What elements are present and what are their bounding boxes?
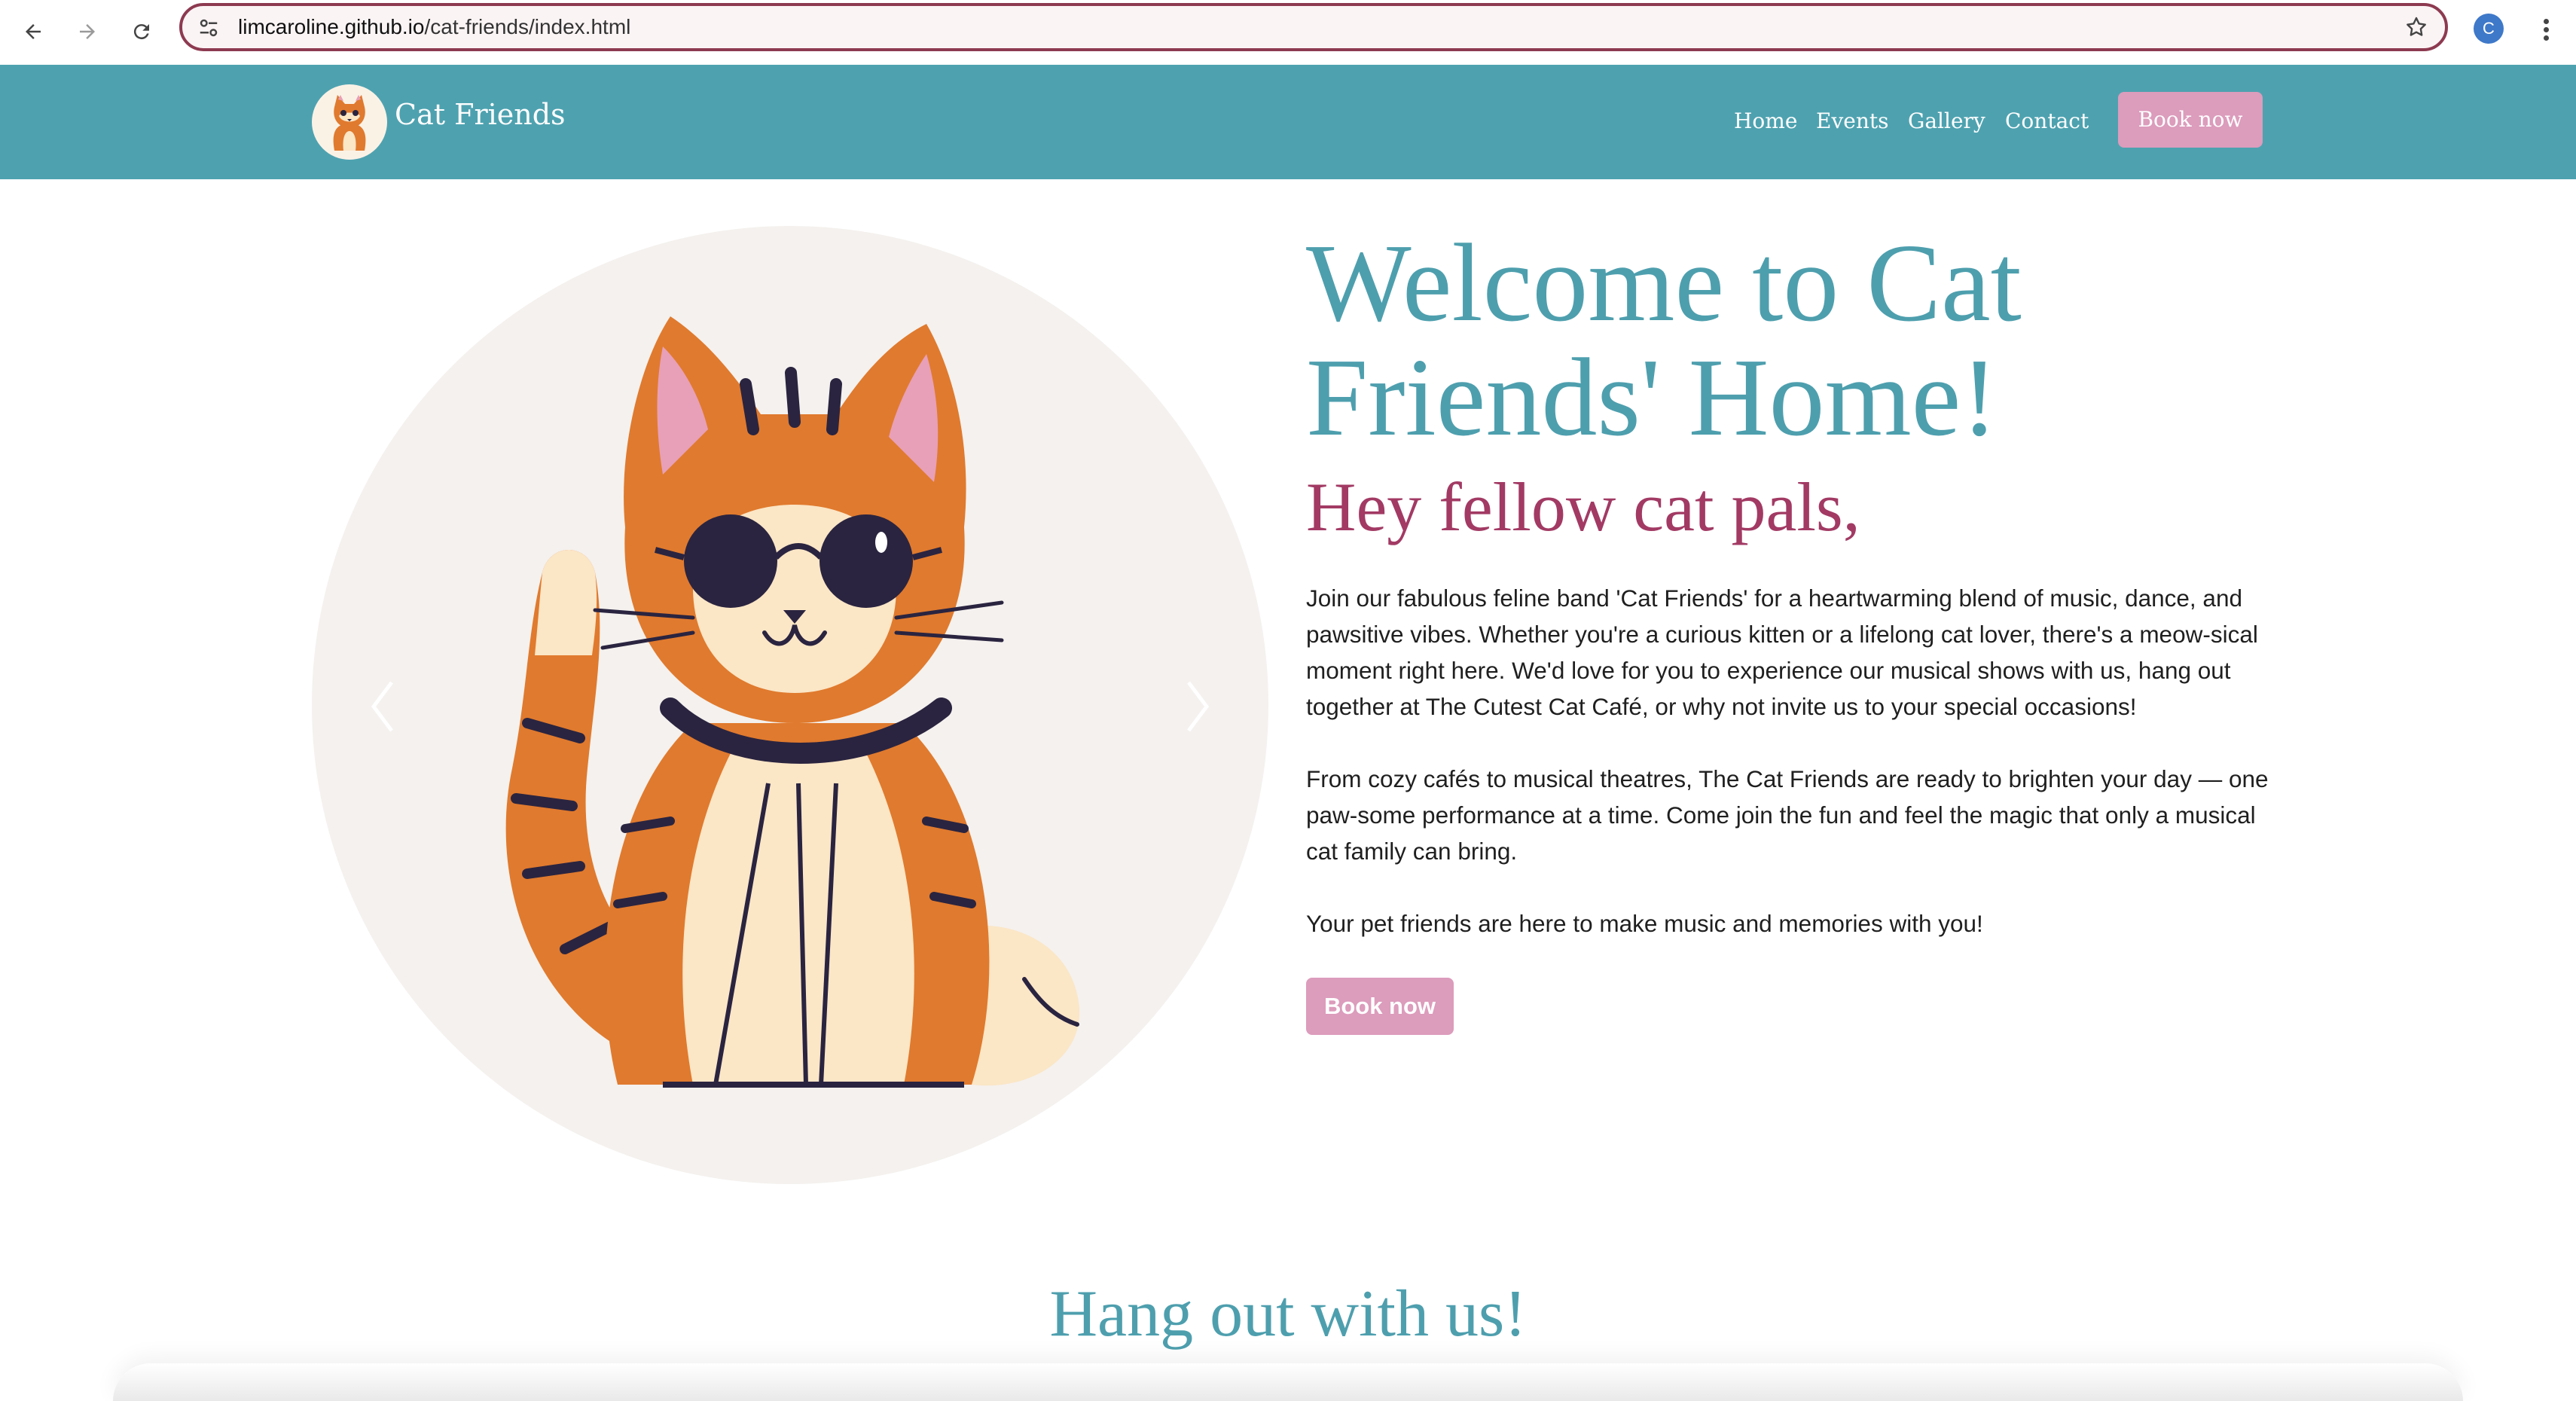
header-book-now-button[interactable]: Book now bbox=[2118, 92, 2263, 148]
nav-link-home[interactable]: Home bbox=[1734, 102, 1797, 140]
next-section-card bbox=[113, 1363, 2463, 1401]
bookmark-star-icon[interactable] bbox=[2404, 15, 2428, 39]
reload-icon[interactable] bbox=[122, 12, 161, 51]
brand-name[interactable]: Cat Friends bbox=[395, 93, 566, 136]
logo-cat-icon[interactable] bbox=[312, 84, 387, 160]
site-settings-icon[interactable] bbox=[197, 17, 220, 39]
browser-toolbar: limcaroline.github.io/cat-friends/index.… bbox=[0, 0, 2576, 65]
address-bar[interactable]: limcaroline.github.io/cat-friends/index.… bbox=[179, 3, 2448, 51]
profile-avatar[interactable]: C bbox=[2474, 14, 2504, 44]
hero-paragraph-closing: Your pet friends are here to make music … bbox=[1306, 910, 1983, 937]
hero-title: Welcome to Cat Friends' Home! bbox=[1306, 221, 2022, 459]
hero-paragraph-intro: Join our fabulous feline band 'Cat Frien… bbox=[1306, 585, 2258, 720]
hero-book-now-button[interactable]: Book now bbox=[1306, 978, 1454, 1035]
section-title: Hang out with us! bbox=[1049, 1277, 1527, 1351]
url-text: limcaroline.github.io/cat-friends/index.… bbox=[238, 6, 630, 48]
hero-subtitle: Hey fellow cat pals, bbox=[1306, 469, 1860, 545]
url-host: limcaroline.github.io bbox=[238, 15, 425, 38]
kebab-menu-icon[interactable] bbox=[2541, 17, 2550, 44]
url-path: /cat-friends/index.html bbox=[424, 15, 631, 38]
nav-link-contact[interactable]: Contact bbox=[2005, 102, 2089, 140]
carousel-next-icon[interactable] bbox=[1183, 676, 1213, 737]
hero-paragraph-venues: From cozy cafés to musical theatres, The… bbox=[1306, 765, 2269, 865]
site-header: Cat Friends Home Events Gallery Contact … bbox=[0, 65, 2576, 179]
hero-cat-illustration bbox=[505, 316, 1080, 1088]
carousel-prev-icon[interactable] bbox=[368, 676, 398, 737]
nav-link-events[interactable]: Events bbox=[1816, 102, 1888, 140]
nav-link-gallery[interactable]: Gallery bbox=[1908, 102, 1985, 140]
back-arrow-icon[interactable] bbox=[14, 12, 53, 51]
forward-arrow-icon[interactable] bbox=[68, 12, 107, 51]
